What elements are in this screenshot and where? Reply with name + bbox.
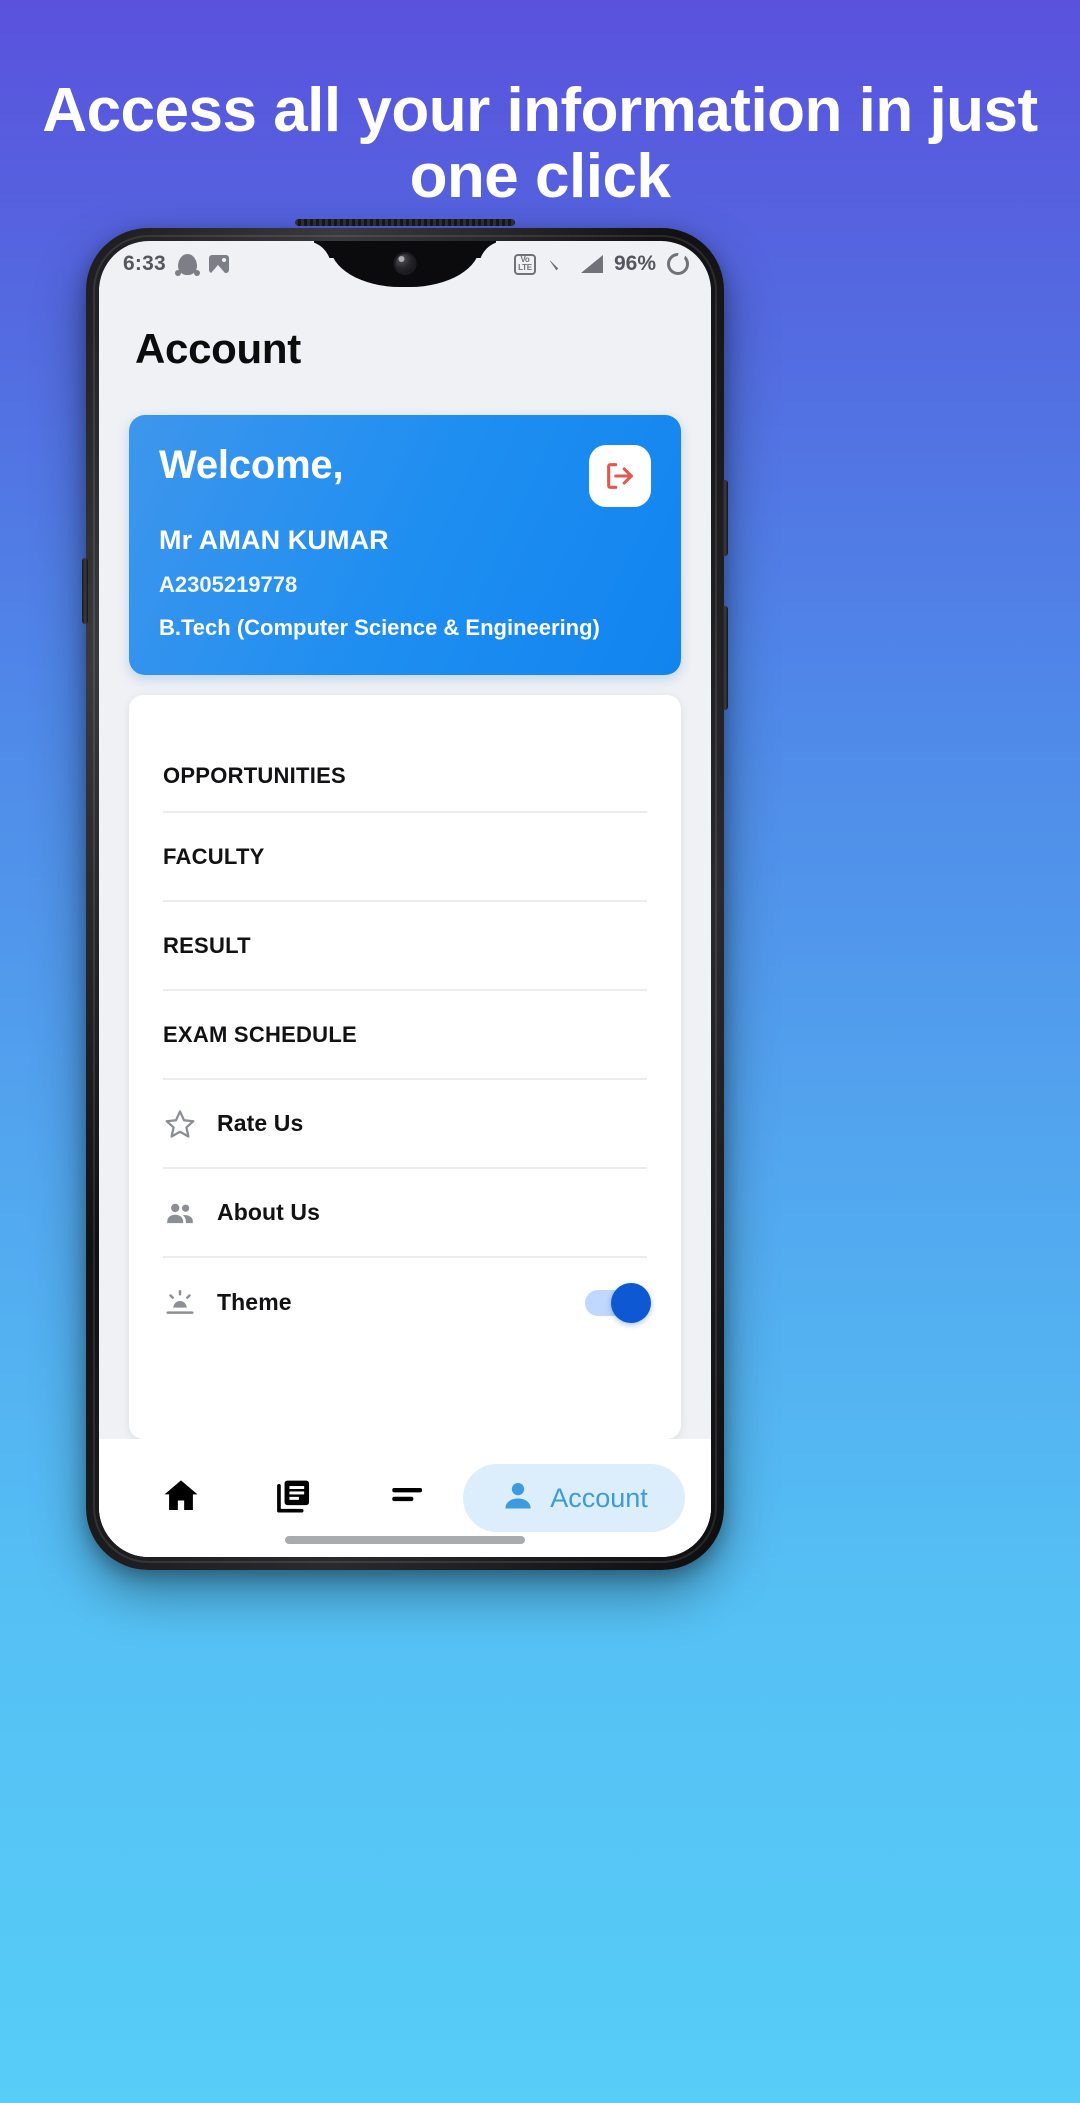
welcome-card: Welcome, Mr AMAN KUMAR A2305219778 B.Tec… <box>129 415 681 675</box>
battery-icon <box>667 253 689 275</box>
status-bar-left: 6:33 <box>123 252 229 276</box>
snapchat-icon <box>174 253 200 276</box>
volte-icon: Vo LTE <box>513 253 536 275</box>
home-icon <box>160 1475 202 1522</box>
menu-card: OPPORTUNITIES FACULTY RESULT EXAM SCHEDU… <box>129 695 681 1439</box>
people-icon <box>163 1196 197 1230</box>
theme-toggle[interactable] <box>585 1282 651 1323</box>
promo-screenshot: Access all your information in just one … <box>0 0 1080 2103</box>
menu-item-opportunities[interactable]: OPPORTUNITIES <box>163 695 647 813</box>
wifi-icon <box>547 256 570 273</box>
menu-item-rate-us[interactable]: Rate Us <box>163 1080 647 1169</box>
nav-item-account[interactable]: Account <box>463 1464 686 1532</box>
phone-screen: 6:33 Vo LTE 96% Account Welcome, Mr AMAN… <box>99 241 711 1557</box>
menu-item-label: Rate Us <box>217 1110 304 1136</box>
promo-headline: Access all your information in just one … <box>42 76 1038 211</box>
user-name: Mr AMAN KUMAR <box>159 525 389 555</box>
image-icon <box>208 255 229 273</box>
page-title: Account <box>135 325 301 372</box>
menu-item-theme[interactable]: Theme <box>163 1258 651 1347</box>
library-books-icon <box>273 1475 315 1522</box>
battery-percent-label: 96% <box>613 252 656 275</box>
welcome-card-header: Welcome, <box>159 443 651 507</box>
logout-icon <box>607 463 633 489</box>
menu-item-label: OPPORTUNITIES <box>163 763 346 788</box>
volume-button[interactable] <box>722 606 728 710</box>
menu-item-label: RESULT <box>163 932 251 958</box>
mute-switch[interactable] <box>82 558 88 624</box>
menu-item-label: About Us <box>217 1199 321 1225</box>
menu-item-label: FACULTY <box>163 843 265 869</box>
menu-item-exam-schedule[interactable]: EXAM SCHEDULE <box>163 991 647 1080</box>
power-button[interactable] <box>722 480 728 556</box>
menu-item-faculty[interactable]: FACULTY <box>163 813 647 902</box>
menu-item-result[interactable]: RESULT <box>163 902 647 991</box>
nav-item-home[interactable] <box>125 1439 238 1557</box>
course-name: B.Tech (Computer Science & Engineering) <box>159 615 600 640</box>
signal-icon <box>580 255 603 273</box>
phone-mockup: 6:33 Vo LTE 96% Account Welcome, Mr AMAN… <box>82 219 728 1570</box>
earpiece-speaker <box>295 219 515 226</box>
person-icon <box>500 1478 536 1519</box>
front-camera <box>393 252 417 275</box>
volte-bottom-text: LTE <box>518 263 532 272</box>
logout-button[interactable] <box>589 445 651 507</box>
menu-item-about-us[interactable]: About Us <box>163 1169 647 1258</box>
nav-item-label: Account <box>550 1482 648 1513</box>
menu-item-label: Theme <box>217 1289 292 1315</box>
status-bar-clock: 6:33 <box>123 252 166 275</box>
theme-toggle-thumb <box>611 1282 651 1323</box>
menu-item-label: EXAM SCHEDULE <box>163 1021 357 1047</box>
app-content: Account Welcome, Mr AMAN KUMAR A23052197… <box>99 287 711 1557</box>
short-text-icon <box>386 1475 428 1522</box>
status-bar-right: Vo LTE 96% <box>513 252 689 276</box>
welcome-greeting: Welcome, <box>159 443 344 487</box>
star-icon <box>163 1107 197 1141</box>
gesture-home-bar[interactable] <box>285 1536 525 1544</box>
brightness-icon <box>163 1286 197 1320</box>
enrollment-id: A2305219778 <box>159 572 298 597</box>
